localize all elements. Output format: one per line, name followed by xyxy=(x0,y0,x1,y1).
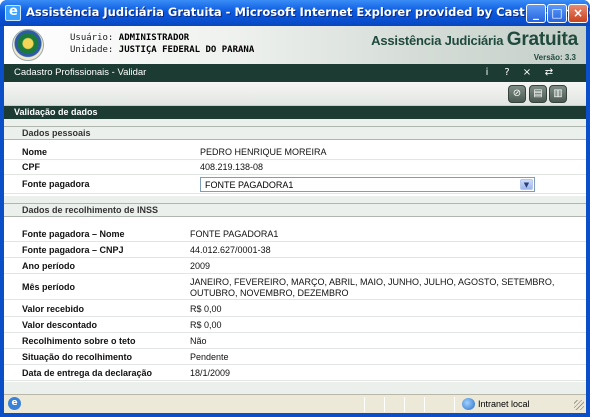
app-header: Usuário: ADMINISTRADOR Unidade: JUSTIÇA … xyxy=(4,26,586,64)
document-button[interactable]: ▤ xyxy=(529,85,547,103)
status-bar: e Intranet local xyxy=(4,394,586,413)
row-label: CPF xyxy=(22,162,40,172)
row-label: Recolhimento sobre o teto xyxy=(22,336,136,346)
row-label: Valor recebido xyxy=(22,304,85,314)
cancel-button[interactable]: ⊘ xyxy=(508,85,526,103)
toolbar: ⊘ ▤ ▥ xyxy=(4,82,586,106)
row-value: JANEIRO, FEVEREIRO, MARÇO, ABRIL, MAIO, … xyxy=(190,277,555,298)
row-label: Fonte pagadora – CNPJ xyxy=(22,245,124,255)
breadcrumb: Cadastro Profissionais - Validar xyxy=(14,67,147,78)
minimize-button[interactable]: _ xyxy=(526,4,546,23)
cancel-icon: ⊘ xyxy=(512,88,522,99)
row-label: Mês período xyxy=(22,282,76,292)
status-divider xyxy=(424,397,425,412)
row-label: Situação do recolhimento xyxy=(22,352,133,362)
row-label: Data de entrega da declaração xyxy=(22,368,153,378)
row-value: FONTE PAGADORA1 xyxy=(190,229,279,239)
page-content: Usuário: ADMINISTRADOR Unidade: JUSTIÇA … xyxy=(4,26,586,394)
row-value: R$ 0,00 xyxy=(190,320,222,330)
payer-select-value: FONTE PAGADORA1 xyxy=(205,180,294,190)
row-label: Valor descontado xyxy=(22,320,98,330)
unit-label: Unidade: xyxy=(70,45,114,55)
browser-window: Assistência Judiciária Gratuita - Micros… xyxy=(0,0,590,417)
table-row: Valor descontado R$ 0,00 xyxy=(4,318,586,333)
table-row: Ano período 2009 xyxy=(4,259,586,274)
row-label: Nome xyxy=(22,147,48,157)
resize-grip-icon[interactable] xyxy=(574,400,584,410)
document-icon: ▤ xyxy=(533,88,543,99)
window-close-button[interactable]: × xyxy=(568,4,588,23)
document-pdf-icon: ▥ xyxy=(553,88,563,99)
table-row: CPF 408.219.138-08 xyxy=(4,160,586,175)
table-row: Valor recebido R$ 0,00 xyxy=(4,302,586,317)
status-divider xyxy=(364,397,365,412)
table-row: Data de entrega da declaração 18/1/2009 xyxy=(4,366,586,381)
row-value: Pendente xyxy=(190,352,229,362)
table-row: Mês período JANEIRO, FEVEREIRO, MARÇO, A… xyxy=(4,275,586,300)
unit-value: JUSTIÇA FEDERAL DO PARANA xyxy=(118,45,255,55)
status-divider xyxy=(384,397,385,412)
security-zone: Intranet local xyxy=(478,399,530,409)
title-bar[interactable]: Assistência Judiciária Gratuita - Micros… xyxy=(0,0,590,26)
nav-bar: Cadastro Profissionais - Validar i ? × ⇄ xyxy=(4,64,586,82)
brand-main: Gratuita xyxy=(506,29,578,50)
table-row: Fonte pagadora – CNPJ 44.012.627/0001-38 xyxy=(4,243,586,258)
brasao-logo-icon xyxy=(12,29,44,61)
user-info: Usuário: ADMINISTRADOR Unidade: JUSTIÇA … xyxy=(70,32,254,56)
inss-heading: Dados de recolhimento de INSS xyxy=(4,203,586,217)
spacer xyxy=(4,382,586,394)
intranet-globe-icon xyxy=(462,398,475,410)
document-pdf-button[interactable]: ▥ xyxy=(549,85,567,103)
row-value: 44.012.627/0001-38 xyxy=(190,245,271,255)
table-row: Recolhimento sobre o teto Não xyxy=(4,334,586,349)
info-icon[interactable]: i xyxy=(480,66,494,80)
payer-label: Fonte pagadora xyxy=(22,179,90,189)
app-brand: Assistência Judiciária Gratuita xyxy=(371,29,578,51)
spacer xyxy=(4,119,586,126)
table-row: Fonte pagadora FONTE PAGADORA1 ▼ xyxy=(4,177,586,194)
brand-prefix: Assistência Judiciária xyxy=(371,33,504,48)
maximize-button[interactable]: □ xyxy=(547,4,567,23)
version-label: Versão: 3.3 xyxy=(533,53,576,62)
status-divider xyxy=(454,397,455,412)
payer-select[interactable]: FONTE PAGADORA1 ▼ xyxy=(200,177,535,192)
user-value: ADMINISTRADOR xyxy=(118,33,190,43)
table-row: Situação do recolhimento Pendente xyxy=(4,350,586,365)
row-label: Ano período xyxy=(22,261,75,271)
table-row: Nome PEDRO HENRIQUE MOREIRA xyxy=(4,145,586,160)
row-value: Não xyxy=(190,336,207,346)
row-value: R$ 0,00 xyxy=(190,304,222,314)
spacer xyxy=(4,217,586,226)
table-row: Fonte pagadora – Nome FONTE PAGADORA1 xyxy=(4,227,586,242)
help-icon[interactable]: ? xyxy=(500,66,514,80)
row-value: 408.219.138-08 xyxy=(200,162,264,172)
ie-logo-icon xyxy=(5,4,21,21)
row-label: Fonte pagadora – Nome xyxy=(22,229,125,239)
row-value: 2009 xyxy=(190,261,211,271)
chevron-down-icon[interactable]: ▼ xyxy=(520,179,533,190)
window-title: Assistência Judiciária Gratuita - Micros… xyxy=(26,5,590,19)
status-divider xyxy=(404,397,405,412)
row-value: PEDRO HENRIQUE MOREIRA xyxy=(200,147,327,157)
personal-heading: Dados pessoais xyxy=(4,126,586,140)
close-icon[interactable]: × xyxy=(520,66,534,80)
user-label: Usuário: xyxy=(70,33,114,43)
swap-icon[interactable]: ⇄ xyxy=(542,66,556,80)
page-status-icon: e xyxy=(8,397,21,410)
section-title: Validação de dados xyxy=(4,106,586,119)
row-value: 18/1/2009 xyxy=(190,368,231,378)
spacer xyxy=(4,196,586,203)
